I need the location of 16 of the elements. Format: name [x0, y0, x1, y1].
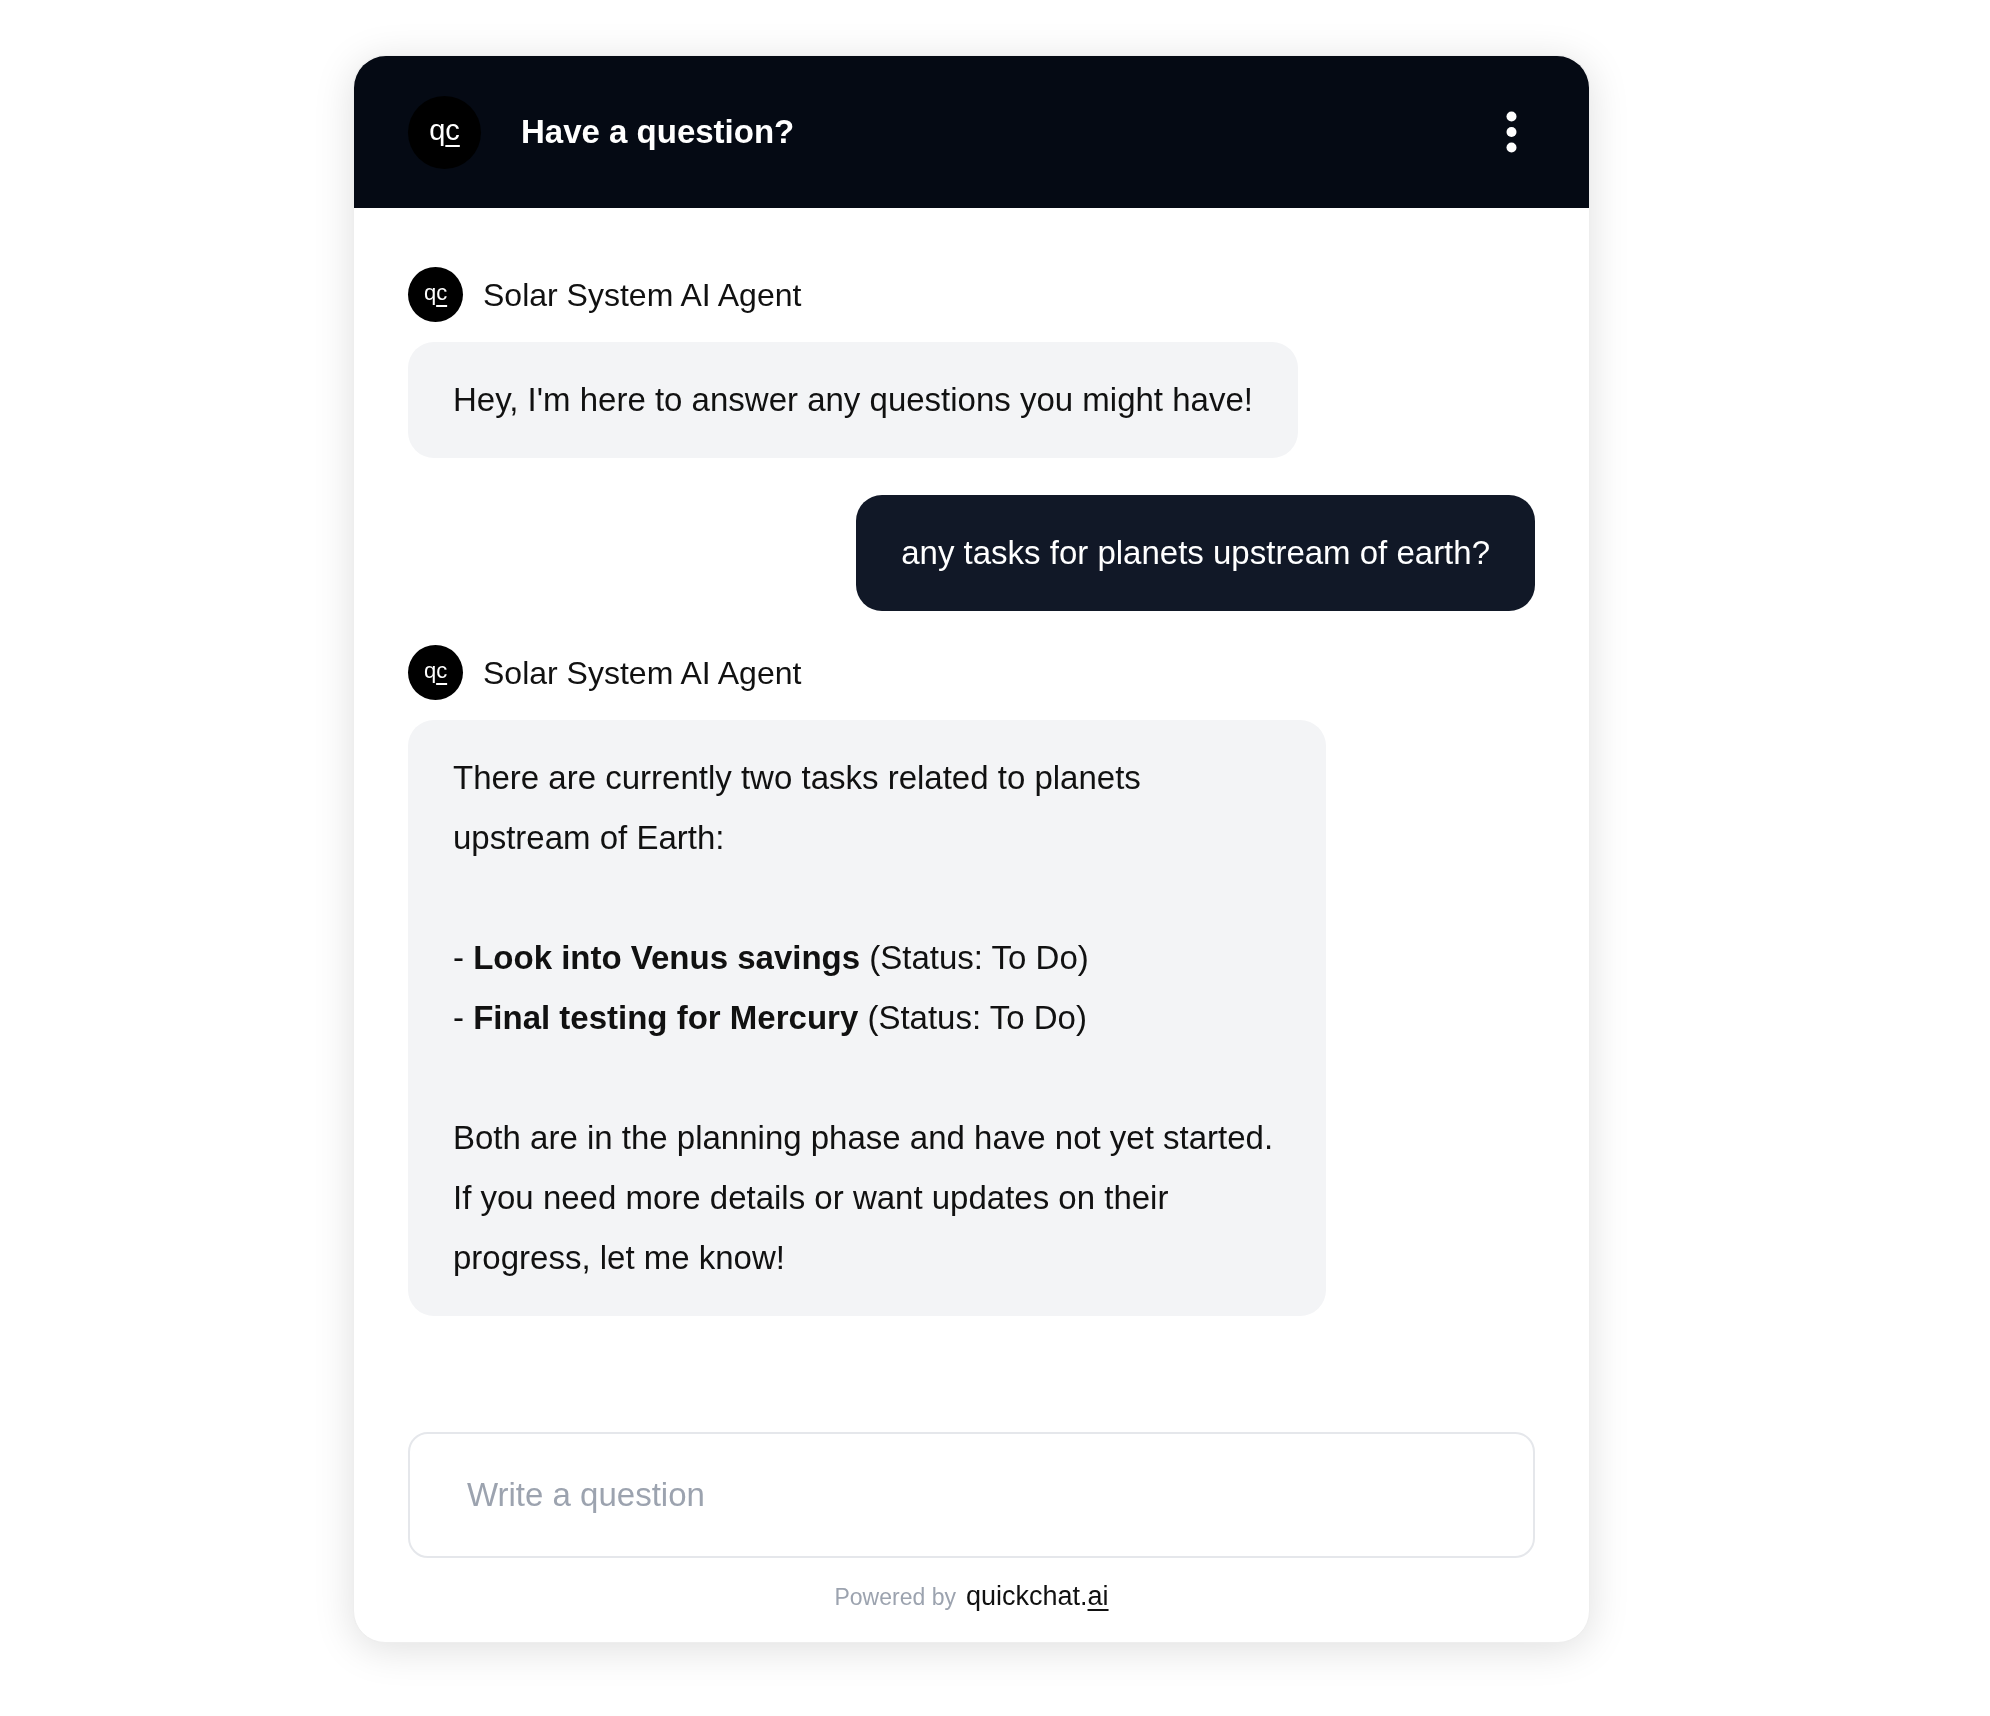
- powered-by-label: Powered by: [834, 1582, 956, 1612]
- message-text: Both are in the planning phase and have not yet started. If you need more details or want updates on their progress, let me know!: [453, 1118, 1275, 1278]
- kebab-menu-icon: [1505, 111, 1517, 153]
- message-text: Hey, I'm here to answer any questions you might have!: [453, 380, 1253, 420]
- user-message-bubble: any tasks for planets upstream of earth?: [856, 495, 1535, 611]
- logo-avatar: qc: [408, 267, 463, 322]
- logo-avatar: qc: [408, 645, 463, 700]
- logo-avatar: qc: [408, 95, 481, 169]
- sender-name: Solar System AI Agent: [483, 653, 802, 693]
- list-item: - Final testing for Mercury (Status: To Do): [453, 998, 1088, 1038]
- sender-name: Solar System AI Agent: [483, 275, 802, 315]
- question-input[interactable]: Write a question: [408, 1431, 1535, 1558]
- header-title: Have a question?: [521, 112, 795, 153]
- list-item: - Look into Venus savings (Status: To Do): [453, 938, 1090, 978]
- brand-link[interactable]: quickchat.ai: [965, 1575, 1109, 1616]
- message-text: There are currently two tasks related to planets upstream of Earth:: [453, 758, 1142, 858]
